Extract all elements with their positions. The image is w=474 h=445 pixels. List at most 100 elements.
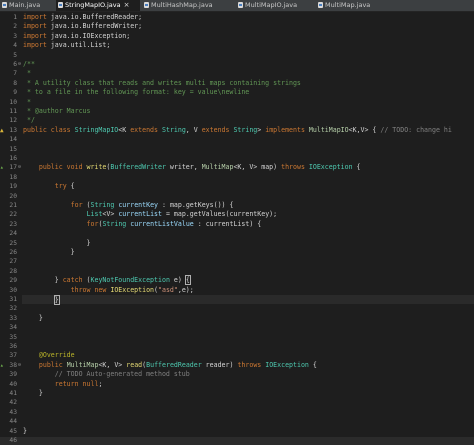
code-line[interactable]: 41 }	[0, 389, 474, 398]
code-token: }	[23, 389, 43, 397]
code-token: KeyNotFoundException	[90, 276, 170, 285]
code-line[interactable]: 26 }	[0, 248, 474, 257]
code-token: <K, V> map)	[233, 163, 282, 172]
line-number: 27	[9, 258, 17, 266]
code-text: * @author Marcus	[23, 107, 91, 116]
code-line[interactable]: 22 List<V> currentList = map.getValues(c…	[0, 210, 474, 219]
code-line[interactable]: 11 * @author Marcus	[0, 107, 474, 116]
warning-icon[interactable]: ▲	[0, 126, 6, 135]
code-line[interactable]: 40 return null;	[0, 380, 474, 389]
code-token: throw new	[70, 285, 111, 294]
code-line[interactable]: 45}	[0, 427, 474, 436]
code-line[interactable]: 38 ▴ ⊖ public MultiMap<K, V> read(Buffered…	[0, 361, 474, 370]
fold-toggle-icon[interactable]: ⊖	[18, 361, 21, 370]
code-line[interactable]: 25 }	[0, 239, 474, 248]
code-line[interactable]: 35	[0, 333, 474, 342]
code-line[interactable]: 18	[0, 173, 474, 182]
code-text: } catch (KeyNotFoundException e) {	[23, 275, 191, 286]
code-line[interactable]: 9 * to a file in the following format: k…	[0, 88, 474, 97]
code-token: catch	[62, 276, 87, 285]
code-line[interactable]: 20	[0, 192, 474, 201]
code-line[interactable]: 3 import java.io.IOException;	[0, 32, 474, 41]
code-line[interactable]: 2 import java.io.BufferedWriter;	[0, 22, 474, 31]
code-text: import java.io.BufferedWriter;	[23, 22, 142, 31]
close-tab-icon[interactable]: ×	[124, 0, 130, 11]
code-line[interactable]: 34	[0, 323, 474, 332]
code-token: java.io.IOException;	[50, 31, 131, 40]
code-line[interactable]: 46	[0, 436, 474, 445]
code-token: return null	[54, 379, 99, 388]
code-line[interactable]: 6 ⊖/**	[0, 60, 474, 69]
code-line[interactable]: 24	[0, 229, 474, 238]
tab-label: MultiMap.java	[325, 1, 371, 9]
line-number: 33	[9, 314, 17, 322]
code-line[interactable]: 16	[0, 154, 474, 163]
code-token: * @author Marcus	[23, 107, 91, 115]
code-line[interactable]: 29 } catch (KeyNotFoundException e) {	[0, 275, 474, 286]
code-line[interactable]: 7 *	[0, 69, 474, 78]
code-token: import	[23, 31, 51, 40]
code-line[interactable]: 21 for (String currentKey : map.getKeys(…	[0, 201, 474, 210]
code-line[interactable]: 15	[0, 145, 474, 154]
code-token: import	[23, 41, 51, 50]
code-text: }	[23, 248, 75, 257]
code-token: writer,	[165, 163, 202, 172]
code-token: StringMapIO	[74, 125, 119, 134]
code-line[interactable]: 42	[0, 398, 474, 407]
line-number: 39	[9, 371, 17, 379]
code-token: * to a file in the following format: key…	[23, 88, 250, 97]
line-number: 5	[13, 51, 17, 59]
tab-multimap-java[interactable]: MultiMap.java	[316, 0, 386, 11]
code-line[interactable]: 27	[0, 257, 474, 266]
code-line[interactable]: 30 throw new IOException("asd",e);	[0, 286, 474, 295]
code-text: }	[23, 314, 43, 323]
line-number: 16	[9, 155, 17, 162]
code-line[interactable]: 39 // TODO Auto-generated method stub	[0, 370, 474, 379]
line-number: 1	[13, 14, 17, 21]
override-icon[interactable]: ▴	[0, 361, 6, 370]
code-token: throws	[281, 163, 309, 172]
line-number: 41	[9, 390, 17, 397]
line-number: 20	[9, 192, 17, 200]
code-line[interactable]: 37 @Override	[0, 351, 474, 360]
code-line[interactable]: 43	[0, 408, 474, 417]
code-line[interactable]: 13 ▲ public class StringMapIO<K extends St…	[0, 126, 474, 135]
code-line[interactable]: 1 import java.io.BufferedReader;	[0, 13, 474, 22]
code-line[interactable]: 19 try {	[0, 182, 474, 191]
code-line[interactable]: 14	[0, 135, 474, 144]
fold-toggle-icon[interactable]: ⊖	[18, 60, 21, 69]
code-editor[interactable]: 1 import java.io.BufferedReader; 2 import j…	[0, 12, 474, 444]
code-token: : currentList) {	[193, 219, 262, 228]
code-line[interactable]: 31 }	[0, 295, 474, 305]
tab-stringmapio-java[interactable]: StringMapIO.java ×	[56, 0, 140, 11]
line-number: 18	[9, 173, 17, 181]
code-text: * to a file in the following format: key…	[23, 88, 249, 97]
line-number: 36	[9, 343, 17, 350]
override-icon[interactable]: ▴	[0, 163, 6, 172]
code-text: for (String currentKey : map.getKeys()) …	[23, 201, 234, 210]
line-number: 31	[9, 296, 17, 303]
code-line[interactable]: 17 ▴ ⊖ public void write(BufferedWriter wr…	[0, 163, 474, 172]
code-line[interactable]: 23 for(String currentListValue : current…	[0, 220, 474, 229]
line-number: 11	[9, 108, 17, 115]
code-line[interactable]: 8 * A utility class that reads and write…	[0, 79, 474, 88]
code-line[interactable]: 5	[0, 51, 474, 60]
code-line[interactable]: 44	[0, 417, 474, 426]
tab-main-java[interactable]: Main.java	[0, 0, 54, 11]
code-line[interactable]: 10 *	[0, 98, 474, 107]
tab-multihashmap-java[interactable]: MultiHashMap.java	[142, 0, 234, 11]
code-line[interactable]: 4 import java.util.List;	[0, 41, 474, 50]
code-line[interactable]: 36	[0, 342, 474, 351]
code-line[interactable]: 28	[0, 267, 474, 276]
code-line[interactable]: 12 */	[0, 116, 474, 125]
fold-toggle-icon[interactable]: ⊖	[18, 163, 21, 172]
code-line[interactable]: 32	[0, 304, 474, 313]
line-number: 26	[9, 249, 17, 256]
code-text: @Override	[23, 351, 75, 360]
code-line[interactable]: 33 }	[0, 314, 474, 323]
code-text: * A utility class that reads and writes …	[23, 79, 301, 88]
code-text: *	[23, 98, 31, 107]
line-number: 35	[9, 333, 17, 341]
tab-multimapio-java[interactable]: MultiMapIO.java	[236, 0, 314, 11]
